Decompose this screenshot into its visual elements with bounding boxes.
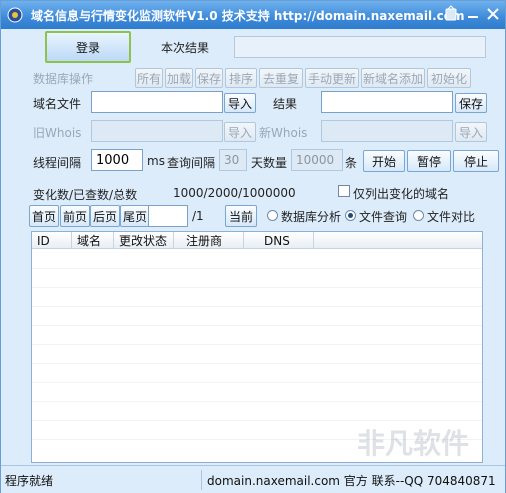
mode-db-analysis-label: 数据库分析 — [281, 210, 342, 224]
grid-line — [32, 363, 482, 364]
db-add-domain-button[interactable]: 新域名添加 — [361, 68, 425, 88]
result-input[interactable] — [321, 91, 453, 113]
db-init-button[interactable]: 初始化 — [427, 68, 471, 88]
first-page-button[interactable]: 首页 — [29, 205, 59, 227]
main-window: 域名信息与行情变化监测软件V1.0 技术支持 http://domain.nax… — [0, 0, 506, 493]
mode-file-query-radio[interactable] — [345, 210, 356, 221]
db-save-button[interactable]: 保存 — [195, 68, 223, 88]
db-sort-button[interactable]: 排序 — [225, 68, 257, 88]
mode-file-compare-label: 文件对比 — [427, 210, 476, 224]
thread-interval-input[interactable] — [91, 149, 143, 171]
grid-line — [32, 268, 482, 269]
column-dns[interactable]: DNS — [244, 232, 314, 249]
skin-icon[interactable] — [441, 5, 461, 23]
minimize-icon[interactable] — [463, 5, 483, 23]
status-text: 程序就绪 — [5, 474, 54, 488]
status-bar: 程序就绪 domain.naxemail.com 官方 联系--QQ 70484… — [1, 465, 505, 493]
column-registrar[interactable]: 注册商 — [174, 232, 244, 249]
stats-value: 1000/2000/1000000 — [173, 186, 296, 200]
page-total: /1 — [192, 209, 204, 223]
count-unit: 条 — [345, 156, 358, 170]
query-interval-unit: 天 — [251, 156, 264, 170]
old-whois-label: 旧Whois — [33, 126, 82, 140]
only-changed-checkbox[interactable] — [338, 185, 350, 197]
grid-line — [32, 325, 482, 326]
grid-line — [32, 306, 482, 307]
prev-page-button[interactable]: 前页 — [60, 205, 90, 227]
close-icon[interactable] — [483, 5, 503, 23]
grid-line — [32, 344, 482, 345]
thread-interval-unit: ms — [147, 154, 165, 168]
query-interval-label: 查询间隔 — [167, 156, 216, 170]
stop-button[interactable]: 停止 — [453, 150, 499, 172]
old-whois-import-button[interactable]: 导入 — [224, 122, 256, 142]
query-interval-input[interactable] — [219, 149, 247, 171]
window-title: 域名信息与行情变化监测软件V1.0 技术支持 http://domain.nax… — [31, 9, 465, 23]
column-change-status[interactable]: 更改状态 — [114, 232, 174, 249]
login-button[interactable]: 登录 — [45, 31, 131, 63]
watermark: 非凡软件 — [356, 427, 469, 460]
mode-file-compare-radio[interactable] — [413, 210, 424, 221]
session-result-label: 本次结果 — [161, 41, 210, 55]
status-contact: domain.naxemail.com 官方 联系--QQ 704840871 — [207, 474, 496, 488]
column-id[interactable]: ID — [32, 232, 72, 249]
grid-line — [32, 401, 482, 402]
only-changed-label: 仅列出变化的域名 — [353, 187, 450, 201]
count-input[interactable] — [291, 149, 343, 171]
domain-file-label: 域名文件 — [33, 97, 82, 111]
next-page-button[interactable]: 后页 — [90, 205, 120, 227]
db-ops-label: 数据库操作 — [33, 72, 94, 86]
thread-interval-label: 线程间隔 — [33, 156, 82, 170]
grid-line — [32, 382, 482, 383]
page-number-input[interactable] — [148, 205, 188, 227]
table-header: ID 域名 更改状态 注册商 DNS — [32, 232, 482, 249]
grid-line — [32, 420, 482, 421]
status-separator — [201, 470, 202, 490]
session-result-field[interactable] — [234, 36, 486, 58]
domain-file-input[interactable] — [91, 91, 223, 113]
result-save-button[interactable]: 保存 — [455, 93, 487, 113]
mode-db-analysis-radio[interactable] — [267, 210, 278, 221]
db-all-button[interactable]: 所有 — [135, 68, 163, 88]
stats-label: 变化数/已查数/总数 — [33, 188, 138, 202]
mode-file-query-label: 文件查询 — [359, 210, 408, 224]
pause-button[interactable]: 暂停 — [407, 150, 451, 172]
app-icon — [7, 7, 23, 23]
domain-file-import-button[interactable]: 导入 — [224, 93, 256, 113]
title-bar: 域名信息与行情变化监测软件V1.0 技术支持 http://domain.nax… — [1, 1, 505, 29]
new-whois-import-button[interactable]: 导入 — [455, 122, 487, 142]
db-load-button[interactable]: 加载 — [165, 68, 193, 88]
new-whois-input[interactable] — [321, 120, 453, 142]
grid-line — [32, 287, 482, 288]
current-page-button[interactable]: 当前 — [225, 205, 257, 227]
column-domain[interactable]: 域名 — [72, 232, 114, 249]
result-label: 结果 — [273, 97, 298, 111]
last-page-button[interactable]: 尾页 — [120, 205, 150, 227]
old-whois-input[interactable] — [91, 120, 223, 142]
db-dedupe-button[interactable]: 去重复 — [259, 68, 303, 88]
db-manual-update-button[interactable]: 手动更新 — [305, 68, 359, 88]
count-label: 数量 — [263, 156, 288, 170]
start-button[interactable]: 开始 — [363, 150, 405, 172]
new-whois-label: 新Whois — [259, 126, 308, 140]
